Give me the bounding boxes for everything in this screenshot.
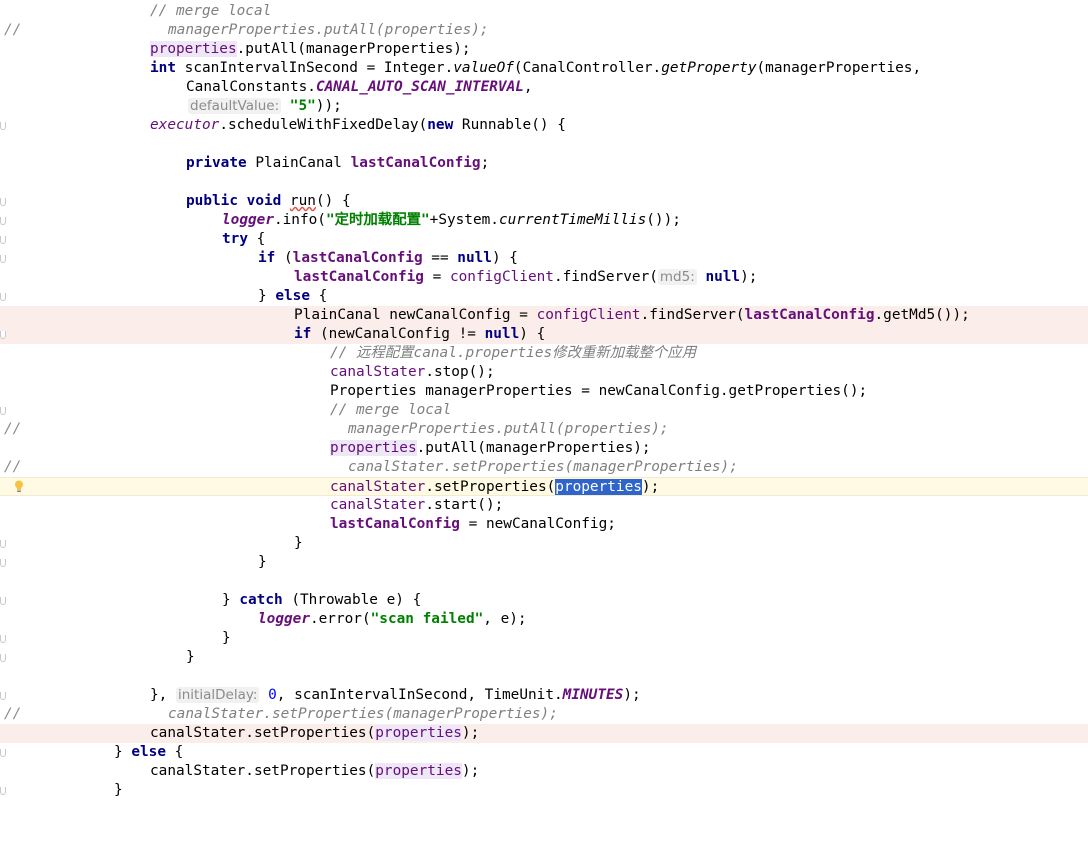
comment: canalStater.setProperties(managerPropert… <box>168 706 558 722</box>
run-method: run <box>289 193 316 209</box>
comment-marker: // <box>4 22 22 38</box>
code-line[interactable]: // 远程配置canal.properties修改重新加载整个应用 <box>0 344 1088 363</box>
fold-marker-icon[interactable] <box>0 692 6 700</box>
code-line[interactable]: try { <box>0 230 1088 249</box>
code-editor[interactable]: // merge local // managerProperties.putA… <box>0 0 1088 813</box>
code-line[interactable]: } <box>0 781 1088 800</box>
fold-marker-icon[interactable] <box>0 293 6 301</box>
code-line[interactable]: Properties managerProperties = newCanalC… <box>0 382 1088 401</box>
code-line[interactable]: } catch (Throwable e) { <box>0 591 1088 610</box>
code-line[interactable]: lastCanalConfig = newCanalConfig; <box>0 515 1088 534</box>
fold-marker-icon[interactable] <box>0 217 6 225</box>
code-line[interactable]: // canalStater.setProperties(managerProp… <box>0 705 1088 724</box>
code-line[interactable]: // managerProperties.putAll(properties); <box>0 420 1088 439</box>
code-line[interactable]: } <box>0 534 1088 553</box>
code-line[interactable]: logger.info("定时加载配置"+System.currentTimeM… <box>0 211 1088 230</box>
code-line[interactable]: // managerProperties.putAll(properties); <box>0 21 1088 40</box>
code-line[interactable]: lastCanalConfig = configClient.findServe… <box>0 268 1088 287</box>
highlighted-code-line[interactable]: canalStater.setProperties(properties); <box>0 724 1088 743</box>
properties-usage: properties <box>150 41 237 57</box>
fold-marker-icon[interactable] <box>0 787 6 795</box>
code-line[interactable]: int scanIntervalInSecond = Integer.value… <box>0 59 1088 78</box>
code-line[interactable]: canalStater.start(); <box>0 496 1088 515</box>
comment: canalStater.setProperties(managerPropert… <box>348 459 738 475</box>
parameter-hint: md5: <box>657 269 697 285</box>
code-line[interactable]: // canalStater.setProperties(managerProp… <box>0 458 1088 477</box>
code-line[interactable]: canalStater.setProperties(properties); <box>0 762 1088 781</box>
comment-marker: // <box>4 421 22 437</box>
fold-marker-icon[interactable] <box>0 635 6 643</box>
comment: managerProperties.putAll(properties); <box>348 421 669 437</box>
comment: managerProperties.putAll(properties); <box>168 22 489 38</box>
comment-marker: // <box>4 459 22 475</box>
code-line[interactable]: CanalConstants.CANAL_AUTO_SCAN_INTERVAL, <box>0 78 1088 97</box>
code-line[interactable]: if (lastCanalConfig == null) { <box>0 249 1088 268</box>
code-line[interactable]: properties.putAll(managerProperties); <box>0 40 1088 59</box>
fold-marker-icon[interactable] <box>0 198 6 206</box>
properties-usage: properties <box>375 725 462 741</box>
fold-marker-icon[interactable] <box>0 559 6 567</box>
highlighted-code-line[interactable]: PlainCanal newCanalConfig = configClient… <box>0 306 1088 325</box>
fold-marker-icon[interactable] <box>0 122 6 130</box>
properties-usage: properties <box>330 440 417 456</box>
comment: // 远程配置canal.properties修改重新加载整个应用 <box>330 345 697 361</box>
code-line[interactable]: private PlainCanal lastCanalConfig; <box>0 154 1088 173</box>
code-line[interactable]: }, initialDelay: 0, scanIntervalInSecond… <box>0 686 1088 705</box>
code-line[interactable]: // merge local <box>0 401 1088 420</box>
fold-marker-icon[interactable] <box>0 749 6 757</box>
code-line[interactable]: defaultValue: "5")); <box>0 97 1088 116</box>
fold-marker-icon[interactable] <box>0 407 6 415</box>
code-line[interactable]: logger.error("scan failed", e); <box>0 610 1088 629</box>
comment-marker: // <box>4 706 22 722</box>
fold-marker-icon[interactable] <box>0 597 6 605</box>
code-line[interactable]: } else { <box>0 287 1088 306</box>
code-line[interactable]: } <box>0 553 1088 572</box>
code-line[interactable]: executor.scheduleWithFixedDelay(new Runn… <box>0 116 1088 135</box>
lightbulb-icon[interactable] <box>14 480 24 493</box>
code-line[interactable]: public void run() { <box>0 192 1088 211</box>
fold-marker-icon[interactable] <box>0 331 6 339</box>
selected-text[interactable]: properties <box>555 479 642 495</box>
highlighted-code-line[interactable]: if (newCanalConfig != null) { <box>0 325 1088 344</box>
caret-code-line[interactable]: canalStater.setProperties(properties); <box>0 477 1088 496</box>
code-line[interactable]: properties.putAll(managerProperties); <box>0 439 1088 458</box>
code-line[interactable]: } <box>0 648 1088 667</box>
code-line[interactable]: // merge local <box>0 2 1088 21</box>
code-line[interactable]: } else { <box>0 743 1088 762</box>
comment: // merge local <box>330 402 452 418</box>
parameter-hint: defaultValue: <box>188 98 282 114</box>
properties-usage: properties <box>375 763 462 779</box>
code-line[interactable]: canalStater.stop(); <box>0 363 1088 382</box>
fold-marker-icon[interactable] <box>0 540 6 548</box>
fold-marker-icon[interactable] <box>0 236 6 244</box>
fold-marker-icon[interactable] <box>0 654 6 662</box>
code-line[interactable]: } <box>0 629 1088 648</box>
comment: // merge local <box>150 3 272 19</box>
parameter-hint: initialDelay: <box>176 687 260 703</box>
fold-marker-icon[interactable] <box>0 255 6 263</box>
